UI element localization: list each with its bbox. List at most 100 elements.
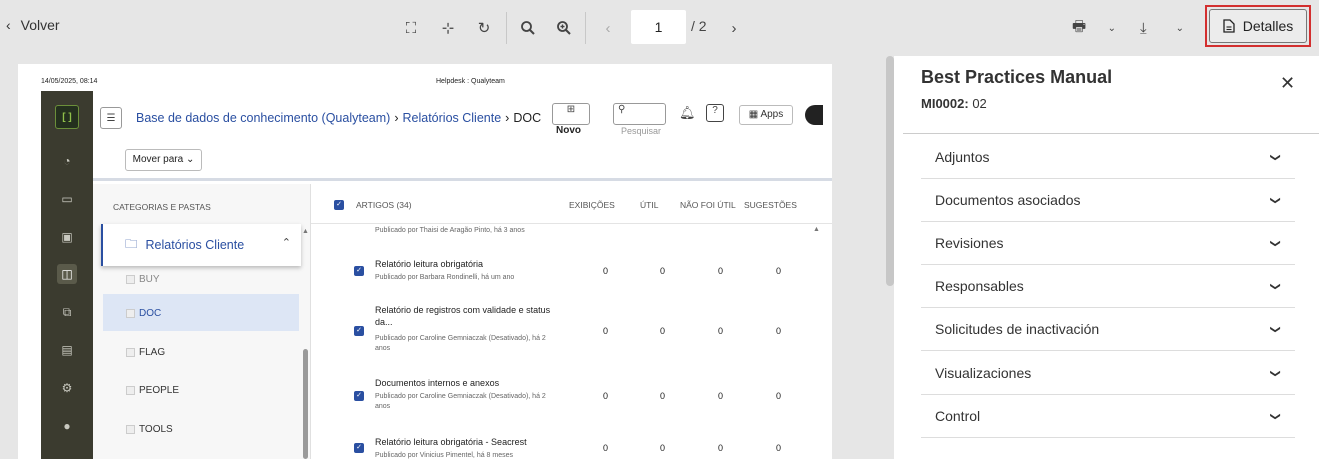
- categories-title: CATEGORIAS E PASTAS: [113, 202, 211, 212]
- accordion-label: Responsables: [935, 278, 1024, 294]
- zoom-out-icon[interactable]: [516, 16, 540, 40]
- chevron-down-icon: ❯: [1269, 281, 1281, 291]
- details-divider: [903, 133, 1319, 134]
- app-sidebar: [ ] ◔ ▭ ▣ ◫ ⧉ ▤ ⚙ ●: [41, 91, 93, 459]
- page-number-input[interactable]: [631, 10, 686, 44]
- scroll-up-icon: ▲: [302, 228, 309, 235]
- document-code: MI0002: 02: [921, 96, 987, 111]
- document-page: 14/05/2025, 08:14 Helpdesk : Qualyteam […: [18, 64, 832, 459]
- document-code-label: MI0002:: [921, 96, 969, 111]
- breadcrumb-folder: Relatórios Cliente: [402, 111, 502, 125]
- suggestions-count: 0: [776, 443, 782, 453]
- views-count: 0: [603, 443, 609, 453]
- breadcrumb-bar: ☰ Base de dados de conhecimento (Qualyte…: [93, 91, 832, 139]
- bell-icon: 🔔︎: [679, 105, 696, 120]
- details-title: Best Practices Manual: [921, 67, 1113, 87]
- download-button[interactable]: ⤓ ⌄: [1140, 16, 1184, 40]
- back-button[interactable]: ‹ Volver: [6, 17, 60, 33]
- column-header: NÃO FOI ÚTIL: [680, 200, 736, 210]
- views-count: 0: [603, 266, 609, 276]
- category-item: BUY: [126, 274, 160, 285]
- accordion-visualizaciones[interactable]: Visualizaciones ❯: [921, 352, 1295, 395]
- article-meta: Publicado por Vinicius Pimentel, há 8 me…: [375, 452, 514, 459]
- categories-panel: CATEGORIAS E PASTAS BUY DOC FLAG PEOPLE …: [93, 184, 311, 459]
- accordion-adjuntos[interactable]: Adjuntos ❯: [921, 136, 1295, 179]
- accordion-solicitudes-inactivacion[interactable]: Solicitudes de inactivación ❯: [921, 308, 1295, 351]
- previous-page-icon[interactable]: ‹: [596, 16, 620, 40]
- reports-icon: ▤: [61, 343, 73, 357]
- column-header: ÚTIL: [640, 200, 659, 210]
- zoom-in-icon[interactable]: [552, 16, 576, 40]
- breadcrumb-separator: ›: [394, 111, 399, 125]
- breadcrumb-current: DOC: [513, 111, 542, 125]
- app-logo-icon: [ ]: [55, 105, 79, 129]
- suggestions-count: 0: [776, 391, 782, 401]
- not-useful-count: 0: [718, 326, 724, 336]
- accordion-label: Documentos asociados: [935, 192, 1081, 208]
- not-useful-count: 0: [718, 266, 724, 276]
- search-label: Pesquisar: [621, 126, 662, 136]
- folder-icon: 🗀︎: [125, 236, 138, 251]
- filter-icon: ☰: [100, 107, 122, 129]
- chevron-up-icon: ⌃: [281, 237, 291, 249]
- checkbox-icon: ✓: [354, 266, 364, 276]
- chevron-left-icon: ‹: [6, 17, 11, 33]
- accordion-label: Visualizaciones: [935, 365, 1032, 381]
- chevron-down-icon: ⌄: [1175, 22, 1184, 34]
- chevron-down-icon: ❯: [1269, 368, 1281, 378]
- viewer-scrollbar[interactable]: [886, 56, 894, 286]
- action-bar: Mover para ⌄: [93, 139, 832, 181]
- checkbox-icon: ✓: [354, 391, 364, 401]
- rotate-icon[interactable]: ↻: [472, 16, 496, 40]
- views-count: 0: [603, 391, 609, 401]
- print-date: 14/05/2025, 08:14: [41, 78, 98, 85]
- settings-icon: ⚙: [61, 381, 73, 395]
- not-useful-count: 0: [718, 443, 724, 453]
- download-icon: ⤓: [1140, 19, 1147, 37]
- accordion-revisiones[interactable]: Revisiones ❯: [921, 222, 1295, 265]
- suggestions-count: 0: [776, 326, 782, 336]
- next-page-icon[interactable]: ›: [722, 16, 746, 40]
- toolbar-divider: [506, 12, 507, 44]
- breadcrumb-separator: ›: [505, 111, 510, 125]
- help-icon: ?: [706, 104, 724, 122]
- checkbox-icon: [126, 309, 135, 318]
- fullscreen-icon[interactable]: ⛶: [399, 16, 423, 40]
- article-title: Relatório leitura obrigatória - Seacrest: [375, 437, 527, 447]
- article-meta: Publicado por Caroline Gemniaczak (Desat…: [375, 393, 546, 410]
- avatar: [805, 105, 823, 125]
- article-partial-meta: Publicado por Thaisi de Aragão Pinto, há…: [375, 227, 525, 234]
- accordion-label: Solicitudes de inactivación: [935, 321, 1100, 337]
- active-category-label: Relatórios Cliente: [145, 238, 245, 252]
- accordion-responsables[interactable]: Responsables ❯: [921, 265, 1295, 308]
- new-label: Novo: [556, 125, 581, 136]
- suggestions-count: 0: [776, 266, 782, 276]
- ticket-icon: ▭: [61, 192, 73, 206]
- print-button[interactable]: 🖶 ⌄: [1072, 16, 1116, 40]
- useful-count: 0: [660, 326, 666, 336]
- category-item: TOOLS: [126, 424, 173, 435]
- articles-panel: ✓ ARTIGOS (34) EXIBIÇÕES ÚTIL NÃO FOI ÚT…: [311, 184, 832, 459]
- accordion-control[interactable]: Control ❯: [921, 395, 1295, 438]
- views-count: 0: [603, 326, 609, 336]
- useful-count: 0: [660, 443, 666, 453]
- back-label: Volver: [20, 17, 60, 33]
- document-icon: [1223, 19, 1235, 33]
- chevron-down-icon: ❯: [1269, 152, 1281, 162]
- viewer-toolbar: ‹ Volver ⛶ ⊹ ↻ ‹ / 2 › 🖶⌄ ⤓⌄ Detalles: [0, 0, 1319, 56]
- close-icon[interactable]: ✕: [1280, 73, 1295, 94]
- active-category: 🗀︎ Relatórios Cliente ⌃: [101, 224, 301, 266]
- column-header: SUGESTÕES: [744, 200, 797, 210]
- location-icon: ●: [63, 419, 71, 433]
- chevron-down-icon: ❯: [1269, 195, 1281, 205]
- contact-icon: ▣: [61, 230, 73, 244]
- category-item: DOC: [126, 308, 161, 319]
- column-header: EXIBIÇÕES: [569, 200, 615, 210]
- checkbox-icon: [126, 425, 135, 434]
- article-title: Documentos internos e anexos: [375, 378, 500, 388]
- checkbox-icon: ✓: [354, 326, 364, 336]
- accordion-documentos-asociados[interactable]: Documentos asociados ❯: [921, 179, 1295, 222]
- fit-page-icon[interactable]: ⊹: [436, 16, 460, 40]
- copy-icon: ⧉: [62, 304, 72, 319]
- details-button[interactable]: Detalles: [1209, 9, 1307, 43]
